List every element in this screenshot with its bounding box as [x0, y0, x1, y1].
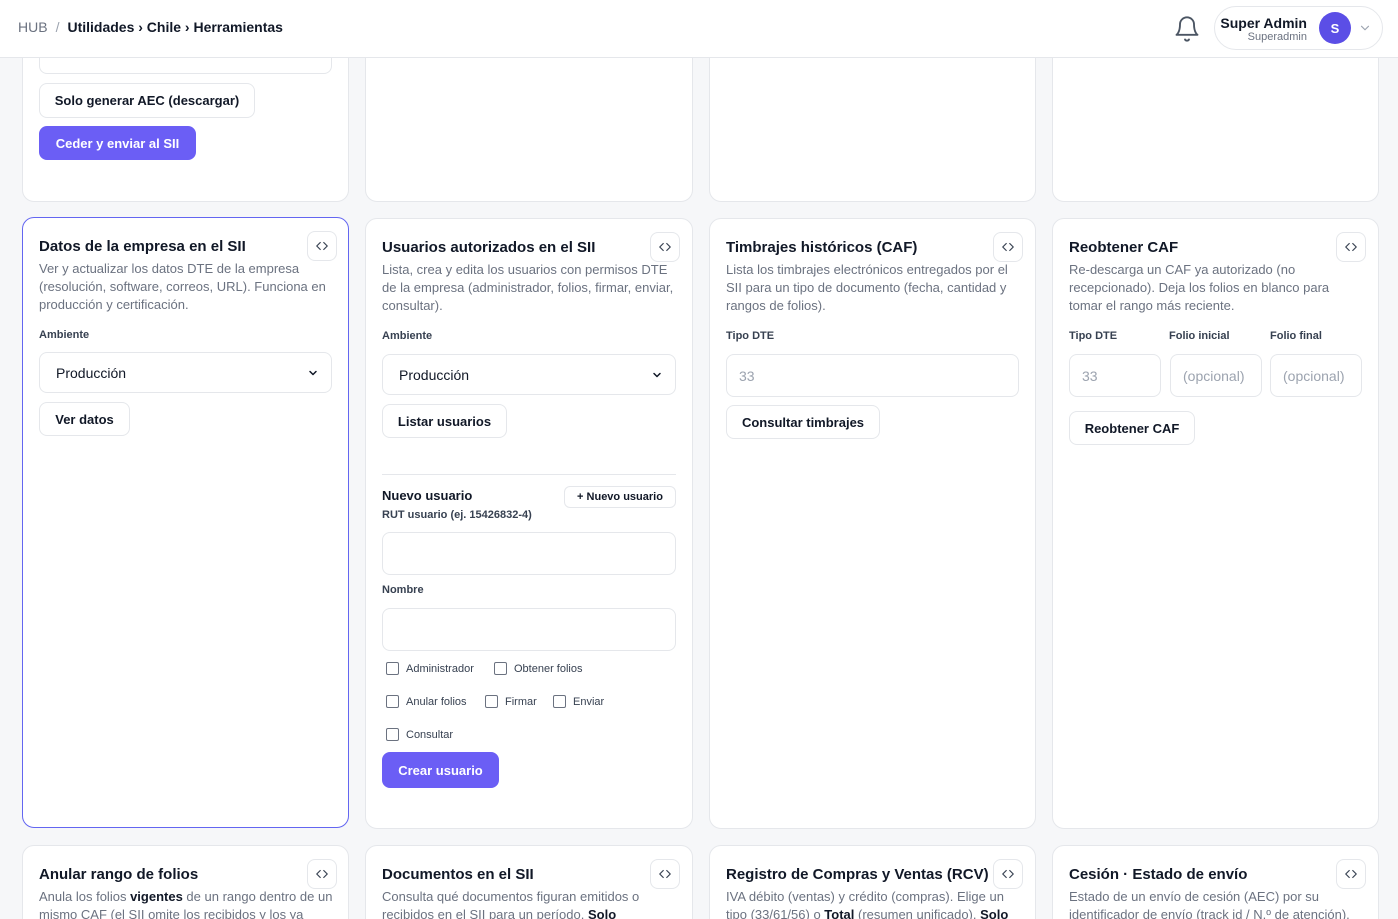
top-bar: HUB / Utilidades › Chile › Herramientas … — [0, 0, 1398, 58]
card-anular: Anular rango de folios Anula los folios … — [22, 845, 349, 919]
ambiente-label: Ambiente — [39, 329, 90, 341]
user-menu[interactable]: Super Admin Superadmin S — [1214, 6, 1383, 50]
card-description: Lista los timbrajes electrónicos entrega… — [726, 262, 1008, 313]
card-title: Datos de la empresa en el SII — [39, 238, 246, 255]
code-icon[interactable] — [307, 231, 337, 261]
checkbox-enviar[interactable]: Enviar — [553, 695, 604, 708]
consultar-timbrajes-button[interactable]: Consultar timbrajes — [726, 405, 880, 439]
ceder-button[interactable]: Ceder y enviar al SII — [39, 126, 196, 160]
card-title: Timbrajes históricos (CAF) — [726, 239, 918, 256]
nuevo-usuario-button[interactable]: + Nuevo usuario — [564, 486, 676, 508]
checkbox-box[interactable] — [553, 695, 566, 708]
card-description: Re-descarga un CAF ya autorizado (no rec… — [1069, 262, 1330, 313]
card-timbrajes: Timbrajes históricos (CAF) Lista los tim… — [709, 218, 1036, 829]
breadcrumb: HUB / Utilidades › Chile › Herramientas — [18, 19, 283, 35]
ambiente-select[interactable]: Producción — [382, 354, 676, 395]
user-name: Super Admin — [1220, 15, 1307, 31]
card-description: Ver y actualizar los datos DTE de la emp… — [39, 261, 326, 312]
code-icon[interactable] — [1336, 232, 1366, 262]
checkbox-administrador[interactable]: Administrador — [386, 662, 474, 675]
checkbox-box[interactable] — [386, 662, 399, 675]
checkbox-obtener-folios[interactable]: Obtener folios — [494, 662, 582, 675]
folio-final-label: Folio final — [1270, 330, 1322, 342]
chevron-down-icon — [309, 370, 317, 376]
ambiente-select-value: Producción — [399, 366, 470, 383]
rut-input[interactable] — [382, 532, 676, 575]
checkbox-label: Obtener folios — [514, 662, 583, 675]
nombre-input[interactable] — [382, 608, 676, 651]
card-description: Estado de un envío de cesión (AEC) por s… — [1069, 889, 1350, 919]
chevron-down-icon — [1358, 21, 1372, 35]
breadcrumb-separator: / — [55, 19, 60, 35]
checkbox-label: Consultar — [406, 728, 454, 741]
bell-icon[interactable] — [1173, 15, 1201, 43]
code-icon[interactable] — [307, 859, 337, 889]
card-description: Consulta qué documentos figuran emitidos… — [382, 889, 640, 919]
ambiente-select[interactable]: Producción — [39, 352, 332, 393]
checkbox-box[interactable] — [386, 728, 399, 741]
card-description: IVA débito (ventas) y crédito (compras).… — [726, 889, 1009, 919]
tipo-dte-input[interactable]: 33 — [1069, 354, 1161, 397]
checkbox-box[interactable] — [494, 662, 507, 675]
code-icon[interactable] — [993, 232, 1023, 262]
checkbox-label: Administrador — [406, 662, 474, 675]
card-usuarios: Usuarios autorizados en el SII Lista, cr… — [365, 218, 693, 829]
avatar: S — [1319, 12, 1351, 44]
checkbox-consultar[interactable]: Consultar — [386, 728, 453, 741]
folio-final-input[interactable]: (opcional) — [1270, 354, 1362, 397]
tipo-dte-label: Tipo DTE — [726, 330, 775, 342]
crear-usuario-button[interactable]: Crear usuario — [382, 752, 499, 788]
chevron-down-icon — [653, 372, 661, 378]
divider — [382, 474, 676, 475]
card-cesion-estado: Cesión · Estado de envío Estado de un en… — [1052, 845, 1379, 919]
card-documentos: Documentos en el SII Consulta qué docume… — [365, 845, 693, 919]
checkbox-label: Anular folios — [406, 695, 467, 708]
tipo-dte-input[interactable]: 33 — [726, 354, 1019, 397]
card-title: Anular rango de folios — [39, 866, 199, 883]
user-role: Superadmin — [1247, 31, 1307, 43]
code-icon[interactable] — [650, 859, 680, 889]
checkbox-firmar[interactable]: Firmar — [485, 695, 537, 708]
card-title: Reobtener CAF — [1069, 239, 1179, 256]
breadcrumb-hub[interactable]: HUB — [18, 19, 48, 35]
code-icon[interactable] — [1336, 859, 1366, 889]
ambiente-label: Ambiente — [382, 330, 433, 342]
nuevo-usuario-title: Nuevo usuario — [382, 488, 473, 503]
folio-inicial-input[interactable]: (opcional) — [1170, 354, 1262, 397]
breadcrumb-path: Utilidades › Chile › Herramientas — [67, 19, 283, 35]
card-title: Documentos en el SII — [382, 866, 534, 883]
card-description: Lista, crea y edita los usuarios con per… — [382, 262, 674, 313]
ver-datos-button[interactable]: Ver datos — [39, 402, 130, 436]
nombre-label: Nombre — [382, 584, 424, 596]
card-title: Registro de Compras y Ventas (RCV) — [726, 866, 989, 883]
checkbox-label: Firmar — [505, 695, 537, 708]
checkbox-box[interactable] — [485, 695, 498, 708]
card-reobtener: Reobtener CAF Re-descarga un CAF ya auto… — [1052, 218, 1379, 829]
rut-label: RUT usuario (ej. 15426832-4) — [382, 509, 532, 521]
checkbox-box[interactable] — [386, 695, 399, 708]
card-datos-empresa: Datos de la empresa en el SII Ver y actu… — [22, 217, 349, 828]
ambiente-select-value: Producción — [56, 364, 127, 381]
card-rcv: Registro de Compras y Ventas (RCV) IVA d… — [709, 845, 1036, 919]
reobtener-caf-button[interactable]: Reobtener CAF — [1069, 411, 1195, 445]
aec-button[interactable]: Solo generar AEC (descargar) — [39, 83, 255, 118]
checkbox-anular-folios[interactable]: Anular folios — [386, 695, 467, 708]
card-title: Usuarios autorizados en el SII — [382, 239, 596, 256]
card-description: Anula los folios vigentes de un rango de… — [39, 889, 333, 919]
folio-inicial-label: Folio inicial — [1169, 330, 1230, 342]
checkbox-label: Enviar — [573, 695, 605, 708]
tipo-dte-label: Tipo DTE — [1069, 330, 1118, 342]
card-title: Cesión · Estado de envío — [1069, 866, 1248, 883]
code-icon[interactable] — [993, 859, 1023, 889]
code-icon[interactable] — [650, 232, 680, 262]
listar-usuarios-button[interactable]: Listar usuarios — [382, 404, 507, 438]
